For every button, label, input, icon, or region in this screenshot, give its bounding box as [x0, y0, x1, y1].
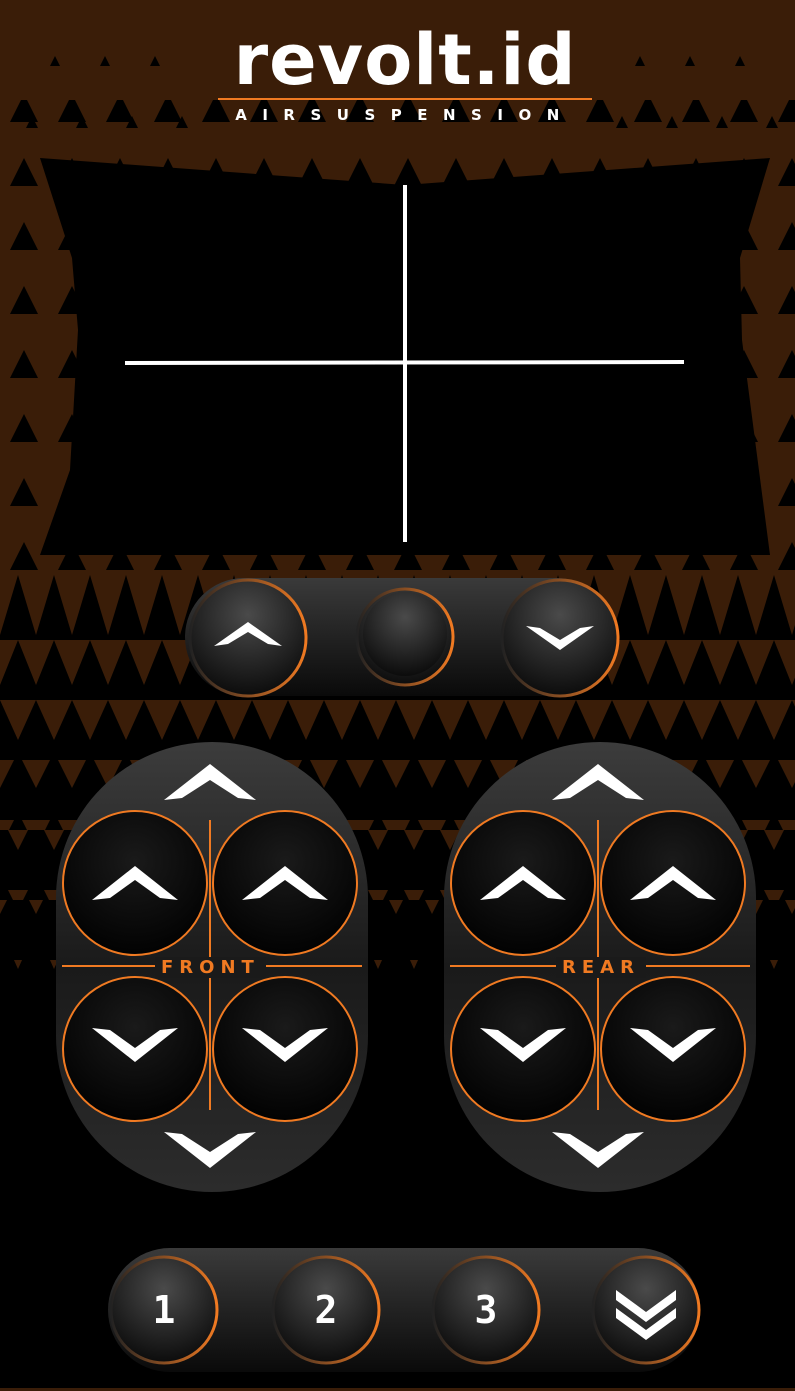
- rear-left-up-button[interactable]: [448, 808, 598, 958]
- rear-left-down-button[interactable]: [448, 974, 598, 1124]
- all-up-button[interactable]: [186, 576, 310, 700]
- preset-1-label: 1: [152, 1288, 176, 1332]
- front-right-down-button[interactable]: [210, 974, 360, 1124]
- all-down-button[interactable]: [498, 576, 622, 700]
- front-left-up-button[interactable]: [60, 808, 210, 958]
- preset-2-label: 2: [314, 1288, 338, 1332]
- circle-icon: [363, 592, 447, 676]
- all-stop-button[interactable]: [354, 586, 456, 688]
- preset-2-button[interactable]: 2: [270, 1254, 382, 1366]
- rear-right-down-button[interactable]: [598, 974, 748, 1124]
- rear-right-up-button[interactable]: [598, 808, 748, 958]
- preset-1-button[interactable]: 1: [108, 1254, 220, 1366]
- front-right-up-button[interactable]: [210, 808, 360, 958]
- preset-3-button[interactable]: 3: [430, 1254, 542, 1366]
- app-root: revolt.id AIRSUSPENSION FRONT REAR 1 2 3: [0, 0, 795, 1391]
- lower-all-button[interactable]: [590, 1254, 702, 1366]
- front-left-down-button[interactable]: [60, 974, 210, 1124]
- preset-3-label: 3: [474, 1288, 498, 1332]
- level-display: [40, 158, 770, 555]
